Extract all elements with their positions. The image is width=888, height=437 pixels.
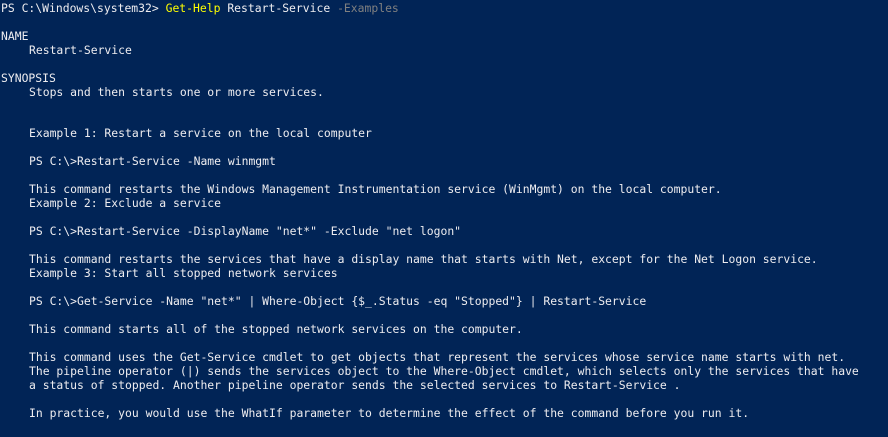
powershell-console[interactable]: PS C:\Windows\system32> Get-Help Restart… bbox=[0, 0, 888, 437]
example-3-description-5: In practice, you would use the WhatIf pa… bbox=[29, 406, 750, 420]
name-value: Restart-Service bbox=[29, 43, 132, 57]
prompt: PS C:\Windows\system32> bbox=[1, 1, 166, 15]
example-3-description-4: a status of stopped. Another pipeline op… bbox=[29, 378, 681, 392]
command-name: Get-Help bbox=[165, 1, 221, 15]
command-parameter: -Examples bbox=[337, 1, 399, 15]
example-3-title: Example 3: Start all stopped network ser… bbox=[29, 266, 338, 280]
example-3-description-2: This command uses the Get-Service cmdlet… bbox=[29, 350, 846, 364]
example-2-code: PS C:\>Restart-Service -DisplayName "net… bbox=[29, 224, 462, 238]
command-argument: Restart-Service bbox=[220, 1, 338, 15]
synopsis-value: Stops and then starts one or more servic… bbox=[29, 85, 324, 99]
example-3-description-3: The pipeline operator (|) sends the serv… bbox=[29, 364, 859, 378]
example-1-description: This command restarts the Windows Manage… bbox=[29, 182, 722, 196]
example-2-title: Example 2: Exclude a service bbox=[29, 196, 222, 210]
example-3-code: PS C:\>Get-Service -Name "net*" | Where-… bbox=[29, 294, 647, 308]
example-1-title: Example 1: Restart a service on the loca… bbox=[29, 126, 372, 140]
example-3-description-1: This command starts all of the stopped n… bbox=[29, 322, 523, 336]
command-line: PS C:\Windows\system32> Get-Help Restart… bbox=[1, 1, 399, 15]
example-1-code: PS C:\>Restart-Service -Name winmgmt bbox=[29, 154, 276, 168]
name-heading: NAME bbox=[1, 29, 29, 43]
example-2-description: This command restarts the services that … bbox=[29, 252, 818, 266]
synopsis-heading: SYNOPSIS bbox=[1, 71, 56, 85]
